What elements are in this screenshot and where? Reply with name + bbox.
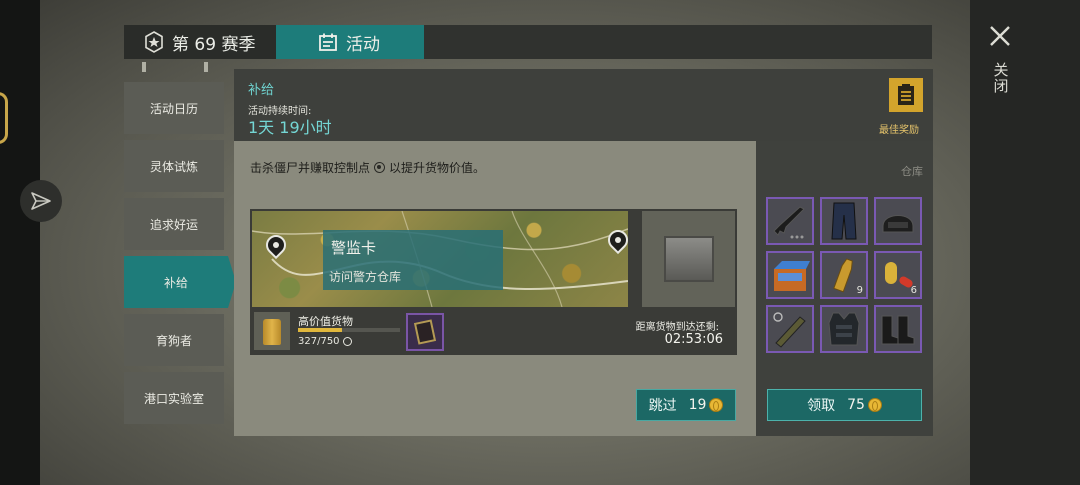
pants-icon [831,202,857,240]
send-icon [31,192,51,210]
location-name: 警监卡 [331,239,377,257]
boots-icon [881,315,915,345]
rifle-icon [773,206,805,239]
warehouse-slot[interactable] [766,251,814,299]
sidebar-item-dog-breeder[interactable]: 育狗者 [124,314,224,366]
warehouse-slot[interactable] [820,305,868,353]
close-label: 关闭 [993,61,1009,95]
clipboard-icon [898,84,914,105]
skip-label: 跳过 [648,398,677,414]
sidebar-item-spirit-trial[interactable]: 灵体试炼 [124,140,224,192]
sidebar-item-good-luck[interactable]: 追求好运 [124,198,224,250]
arrival-timer: 02:53:06 [664,332,723,347]
scroll-handle-right [204,62,208,72]
season-badge-icon [145,31,163,53]
ammo-icon [833,258,853,293]
warehouse-slot[interactable] [766,197,814,245]
delivery-card: 警监卡 访问警方仓库 高价值货物 327/750 距离货物到达还剩: 02:53… [250,209,737,355]
send-button[interactable] [20,180,62,222]
event-description: 击杀僵尸并赚取控制点 以提升货物价值。 [250,159,485,176]
sidebar-item-calendar[interactable]: 活动日历 [124,82,224,134]
warehouse-slot[interactable]: 6 [874,251,922,299]
cargo-progress-text: 327/750 [298,336,340,347]
tab-activity[interactable]: 活动 [276,25,424,59]
description-text-before: 击杀僵尸并赚取控制点 [250,161,371,175]
left-edge-strip [0,0,40,485]
control-point-small-icon [342,337,352,346]
helmet-icon [882,215,914,233]
gold-coin-icon [867,398,882,412]
skip-button[interactable]: 跳过 19 [636,389,736,421]
top-tab-bar: 第 69 赛季 活动 [124,25,932,59]
close-icon [990,26,1010,46]
tab-activity-label: 活动 [346,34,380,55]
right-panel [970,0,1080,485]
claim-button[interactable]: 领取 75 [767,389,922,421]
blue-crate-icon [774,261,810,291]
warehouse-slot[interactable] [874,197,922,245]
claim-label: 领取 [807,398,836,414]
cargo-progress-bar [298,328,400,332]
delivery-map[interactable]: 警监卡 访问警方仓库 [252,211,628,307]
cargo-label: 高价值货物 [298,315,353,328]
close-button[interactable] [984,20,1016,52]
skip-cost: 19 [688,397,707,413]
tab-season[interactable]: 第 69 赛季 [124,25,276,59]
warehouse-panel: 仓库 9 6 领取 75 [756,141,933,436]
launcher-icon [773,312,806,348]
scroll-handle-left [142,62,146,72]
best-reward-button[interactable] [889,78,923,112]
control-point-icon [374,162,386,173]
cargo-item[interactable] [254,312,290,350]
cargo-crate [642,211,735,307]
item-count: 9 [856,285,863,296]
metal-crate-icon [663,236,714,282]
keycard-icon [413,319,437,345]
claim-cost: 75 [847,397,865,413]
warehouse-slot[interactable] [766,305,814,353]
activity-sidebar: 活动日历 灵体试炼 追求好运 补给 育狗者 港口实验室 [124,62,236,436]
warehouse-label: 仓库 [901,165,923,178]
sidebar-item-supply[interactable]: 补给 [124,256,236,308]
sidebar-item-port-lab[interactable]: 港口实验室 [124,372,224,424]
duration-value: 1天 19小时 [248,118,332,137]
description-text-after: 以提升货物价值。 [389,161,486,175]
event-header: 补给 活动持续时间: 1天 19小时 最佳奖励 [234,69,933,141]
best-reward-label: 最佳奖励 [879,125,919,136]
cargo-progress-fill [298,328,343,332]
fuel-can-icon [263,319,281,345]
vest-icon [828,312,860,346]
warehouse-slot[interactable] [820,197,868,245]
location-task: 访问警方仓库 [329,270,402,284]
warehouse-slot[interactable]: 9 [820,251,868,299]
gold-coin-icon [709,398,724,412]
event-title: 补给 [248,83,275,98]
item-count: 6 [910,285,917,296]
cargo-progress: 327/750 [298,336,352,347]
keycard-item[interactable] [406,313,444,351]
tab-season-label: 第 69 赛季 [172,34,256,55]
hex-badge-icon[interactable] [0,92,8,144]
supply-content: 击杀僵尸并赚取控制点 以提升货物价值。 警监卡 访问警方仓库 高价值货物 327… [234,141,756,436]
timer-label: 距离货物到达还剩: [635,322,719,333]
warehouse-slot[interactable] [874,305,922,353]
calendar-icon [319,33,337,51]
location-panel: 警监卡 访问警方仓库 [323,230,503,290]
